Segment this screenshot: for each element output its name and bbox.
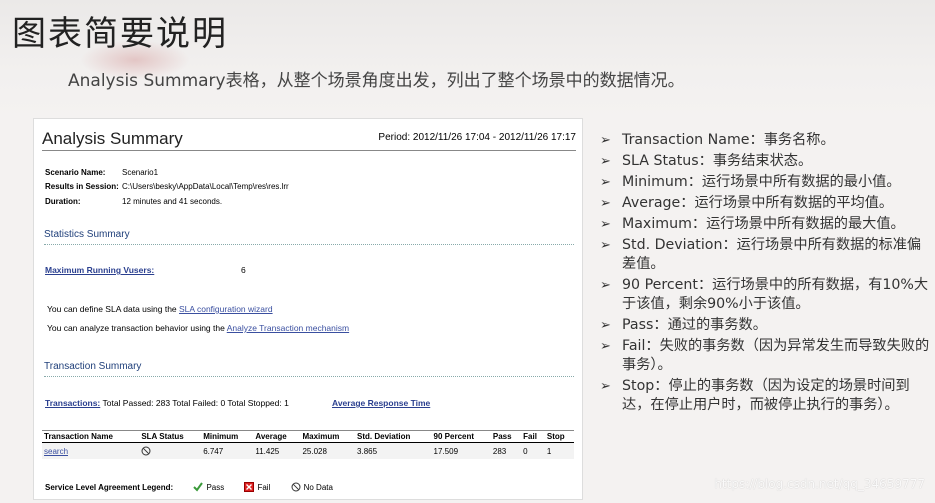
list-item: ➢ Fail：失败的事务数（因为异常发生而导致失败的事务）。 (600, 338, 930, 373)
cell-std-deviation: 3.865 (355, 442, 432, 459)
cell-pass: 283 (490, 442, 522, 459)
sla-text: You can define SLA data using the (47, 304, 180, 314)
col-transaction-name: Transaction Name (42, 430, 140, 443)
arrow-bullet-icon: ➢ (600, 196, 611, 211)
list-item: ➢ Pass：通过的事务数。 (600, 317, 767, 333)
col-fail: Fail (521, 430, 545, 443)
arrow-bullet-icon: ➢ (600, 339, 611, 354)
max-vusers-link[interactable]: Maximum Running Vusers: (45, 265, 154, 275)
col-90-percent: 90 Percent (431, 430, 491, 443)
cell-90-percent: 17.509 (431, 442, 491, 459)
analyze-transaction-link[interactable]: Analyze Transaction mechanism (227, 323, 349, 333)
results-row: Results in Session: C:\Users\besky\AppDat… (45, 182, 289, 191)
arrow-bullet-icon: ➢ (600, 217, 611, 232)
analyze-row: You can analyze transaction behavior usi… (47, 323, 349, 333)
no-data-legend-icon (291, 482, 301, 492)
arrow-bullet-icon: ➢ (600, 154, 611, 169)
cell-stop: 1 (544, 442, 574, 459)
duration-row: Duration: 12 minutes and 41 seconds. (45, 197, 222, 206)
arrow-bullet-icon: ➢ (600, 379, 611, 394)
report-period: Period: 2012/11/26 17:04 - 2012/11/26 17… (378, 132, 576, 143)
pass-check-icon (193, 482, 204, 492)
no-data-icon (141, 446, 151, 456)
scenario-value: Scenario1 (122, 168, 159, 177)
max-vusers-row: Maximum Running Vusers: (45, 265, 154, 275)
table-header-row: Transaction Name SLA Status Minimum Aver… (42, 430, 574, 443)
col-pass: Pass (490, 430, 522, 443)
duration-value: 12 minutes and 41 seconds. (122, 197, 223, 206)
transaction-divider (44, 376, 574, 377)
list-item: ➢ Maximum：运行场景中所有数据的最大值。 (600, 216, 905, 232)
transactions-link[interactable]: Transactions: (45, 398, 100, 408)
results-value: C:\Users\besky\AppData\Local\Temp\res\re… (122, 182, 289, 191)
col-stop: Stop (544, 430, 574, 443)
list-item: ➢ SLA Status：事务结束状态。 (600, 153, 813, 169)
col-std-deviation: Std. Deviation (355, 430, 432, 443)
sla-config-link[interactable]: SLA configuration wizard (179, 304, 273, 314)
legend-nodata: No Data (303, 483, 333, 492)
list-item: ➢ Minimum：运行场景中所有数据的最小值。 (600, 174, 901, 190)
table-row: search 6.747 11.425 25.028 3.865 17.509 … (42, 442, 574, 459)
arrow-bullet-icon: ➢ (600, 238, 611, 253)
col-sla-status: SLA Status (139, 430, 202, 443)
arrow-bullet-icon: ➢ (600, 133, 611, 148)
fail-cross-icon (244, 482, 255, 492)
arrow-bullet-icon: ➢ (600, 175, 611, 190)
watermark: https://blog.csdn.net/qq_34659777 (714, 477, 925, 491)
transaction-summary-heading: Transaction Summary (44, 361, 142, 372)
list-item: ➢ Average：运行场景中所有数据的平均值。 (600, 195, 894, 211)
arrow-bullet-icon: ➢ (600, 278, 611, 293)
analysis-summary-screenshot: Analysis Summary Period: 2012/11/26 17:0… (33, 118, 583, 500)
report-heading: Analysis Summary (42, 129, 183, 148)
list-item: ➢ Stop：停止的事务数（因为设定的场景时间到达，在停止用户时，而被停止执行的事… (600, 378, 910, 413)
transactions-row: Transactions: Total Passed: 283 Total Fa… (45, 398, 289, 408)
legend-fail: Fail (257, 483, 271, 492)
max-vusers-value: 6 (241, 265, 246, 275)
avg-response-row: Average Response Time (332, 398, 430, 408)
search-transaction-link[interactable]: search (44, 447, 68, 456)
legend-label: Service Level Agreement Legend: (45, 483, 174, 492)
scenario-label: Scenario Name: (45, 168, 106, 177)
slide-title: 图表简要说明 (12, 14, 228, 54)
statistics-summary-heading: Statistics Summary (44, 229, 130, 240)
cell-sla-status (139, 442, 202, 459)
sla-legend: Service Level Agreement Legend: Pass Fai… (45, 482, 333, 492)
slide-subtitle: Analysis Summary表格，从整个场景角度出发，列出了整个场景中的数据… (68, 71, 685, 91)
analyze-text: You can analyze transaction behavior usi… (47, 323, 227, 333)
list-item: ➢ Transaction Name：事务名称。 (600, 132, 835, 148)
cell-transaction-name: search (42, 442, 140, 459)
statistics-divider (44, 244, 574, 245)
arrow-bullet-icon: ➢ (600, 318, 611, 333)
cell-minimum: 6.747 (201, 442, 254, 459)
average-response-time-link[interactable]: Average Response Time (332, 398, 430, 408)
transaction-table: Transaction Name SLA Status Minimum Aver… (42, 430, 574, 459)
duration-label: Duration: (45, 197, 81, 206)
results-label: Results in Session: (45, 182, 119, 191)
cell-maximum: 25.028 (300, 442, 356, 459)
col-average: Average (253, 430, 301, 443)
legend-pass: Pass (206, 483, 225, 492)
col-maximum: Maximum (300, 430, 356, 443)
transactions-totals: Total Passed: 283 Total Failed: 0 Total … (100, 398, 289, 408)
list-item: ➢ Std. Deviation：运行场景中所有数据的标准偏差值。 (600, 237, 922, 272)
sla-row: You can define SLA data using the SLA co… (47, 304, 273, 314)
cell-fail: 0 (521, 442, 545, 459)
list-item: ➢ 90 Percent：运行场景中的所有数据，有10%大于该值，剩余90%小于该… (600, 277, 929, 312)
cell-average: 11.425 (253, 442, 301, 459)
scenario-row: Scenario Name: Scenario1 (45, 168, 158, 177)
col-minimum: Minimum (201, 430, 254, 443)
column-description-list: ➢ Transaction Name：事务名称。 ➢ SLA Status：事务结束… (600, 131, 935, 417)
heading-divider (42, 150, 576, 151)
